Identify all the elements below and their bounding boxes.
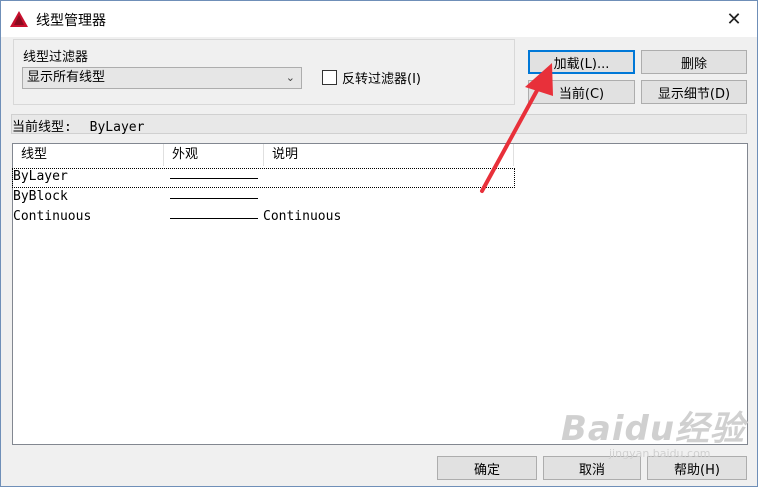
- linetype-appearance: [170, 178, 258, 179]
- column-header-appearance[interactable]: 外观: [164, 144, 264, 166]
- linetype-name: ByLayer: [13, 169, 68, 184]
- close-icon[interactable]: ✕: [711, 1, 757, 37]
- current-linetype-value: ByLayer: [89, 120, 145, 135]
- invert-filter-label[interactable]: 反转过滤器(I): [342, 68, 421, 87]
- linetype-appearance: [170, 218, 258, 219]
- linetype-filter-label: 线型过滤器: [21, 46, 91, 65]
- cancel-button[interactable]: 取消: [543, 456, 641, 480]
- set-current-button[interactable]: 当前(C): [528, 80, 635, 104]
- help-button[interactable]: 帮助(H): [647, 456, 747, 480]
- ok-button[interactable]: 确定: [437, 456, 537, 480]
- column-header-linetype[interactable]: 线型: [13, 144, 164, 166]
- invert-filter-checkbox[interactable]: [322, 70, 337, 85]
- list-item-continuous[interactable]: Continuous Continuous: [12, 208, 515, 228]
- linetype-filter-value: 显示所有线型: [27, 70, 106, 85]
- linetype-name: ByBlock: [13, 189, 68, 204]
- load-button[interactable]: 加载(L)...: [528, 50, 635, 74]
- linetype-description: Continuous: [263, 209, 342, 224]
- window-title: 线型管理器: [36, 13, 106, 29]
- title-bar: 线型管理器 ✕: [1, 1, 757, 37]
- delete-button[interactable]: 删除: [641, 50, 747, 74]
- list-item-bylayer[interactable]: ByLayer: [12, 168, 515, 188]
- linetype-name: Continuous: [13, 209, 92, 224]
- column-header-description[interactable]: 说明: [264, 144, 514, 166]
- current-linetype-label: 当前线型:: [12, 120, 72, 135]
- linetype-manager-window: 线型管理器 ✕ 线型过滤器 显示所有线型 ⌄ 反转过滤器(I) 加载(L)...…: [0, 0, 758, 487]
- list-item-byblock[interactable]: ByBlock: [12, 188, 515, 208]
- current-linetype-readout: 当前线型: ByLayer: [12, 116, 144, 135]
- chevron-down-icon: ⌄: [285, 71, 295, 84]
- linetype-filter-select[interactable]: 显示所有线型 ⌄: [22, 67, 302, 89]
- show-details-button[interactable]: 显示细节(D): [641, 80, 747, 104]
- autocad-app-icon: [10, 11, 28, 27]
- linetype-appearance: [170, 198, 258, 199]
